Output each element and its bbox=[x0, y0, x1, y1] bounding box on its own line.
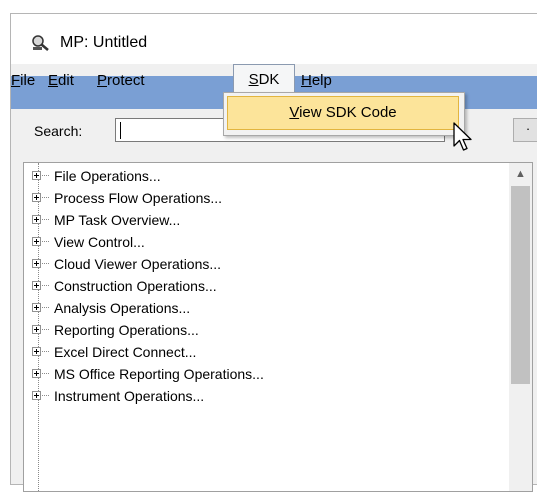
tree-item-label: MP Task Overview... bbox=[54, 212, 181, 228]
tree-item-label: MS Office Reporting Operations... bbox=[54, 366, 264, 382]
tree-connector-dots bbox=[42, 197, 49, 198]
mouse-cursor-icon bbox=[453, 122, 472, 151]
tree-connector-dots bbox=[42, 241, 49, 242]
scroll-up-arrow-icon[interactable]: ▲ bbox=[509, 163, 532, 185]
expand-plus-icon[interactable] bbox=[32, 303, 41, 312]
menu-sdk[interactable]: SDK bbox=[233, 64, 295, 94]
menu-sdk-rest: DK bbox=[258, 71, 280, 88]
tree-item-label: Construction Operations... bbox=[54, 278, 217, 294]
window-title: MP: Untitled bbox=[60, 34, 148, 51]
menu-help[interactable]: Help bbox=[301, 69, 332, 93]
menu-help-rest: elp bbox=[311, 72, 332, 89]
tree-connector-dots bbox=[42, 395, 49, 396]
tree-connector-dots bbox=[42, 285, 49, 286]
menu-file[interactable]: File bbox=[11, 69, 35, 93]
vertical-scrollbar[interactable]: ▲ bbox=[509, 163, 532, 491]
expand-plus-icon[interactable] bbox=[32, 325, 41, 334]
text-caret bbox=[120, 122, 121, 139]
expand-plus-icon[interactable] bbox=[32, 215, 41, 224]
expand-plus-icon[interactable] bbox=[32, 281, 41, 290]
tree-item-label: Process Flow Operations... bbox=[54, 190, 223, 206]
title-bar: MP: Untitled bbox=[11, 14, 537, 64]
tree-item-label: View Control... bbox=[54, 234, 145, 250]
tree-item-label: Instrument Operations... bbox=[54, 388, 205, 404]
expand-plus-icon[interactable] bbox=[32, 193, 41, 202]
expand-plus-icon[interactable] bbox=[32, 237, 41, 246]
tree-connector-dots bbox=[42, 175, 49, 176]
menu-edit-rest: dit bbox=[58, 72, 74, 89]
menu-sdk-mnemonic: S bbox=[248, 71, 259, 88]
tree-connector-dots bbox=[42, 351, 49, 352]
expand-plus-icon[interactable] bbox=[32, 391, 41, 400]
search-side-button[interactable]: · bbox=[513, 118, 537, 142]
tree-item-label: Analysis Operations... bbox=[54, 300, 191, 316]
tree-item-label: Excel Direct Connect... bbox=[54, 344, 197, 360]
menu-edit[interactable]: Edit bbox=[48, 69, 74, 93]
scroll-thumb[interactable] bbox=[511, 186, 530, 384]
menu-protect[interactable]: Protect bbox=[97, 69, 145, 93]
menu-file-mnemonic: F bbox=[11, 72, 21, 89]
view-sdk-code-menu-item[interactable]: View SDK Code bbox=[227, 96, 459, 130]
menu-file-rest: ile bbox=[20, 72, 36, 89]
tree-connector-dots bbox=[42, 263, 49, 264]
view-sdk-code-rest: iew SDK Code bbox=[299, 104, 397, 121]
tree-connector-dots bbox=[42, 373, 49, 374]
expand-plus-icon[interactable] bbox=[32, 171, 41, 180]
menu-help-mnemonic: H bbox=[301, 72, 312, 89]
sdk-dropdown-menu: View SDK Code bbox=[223, 92, 465, 136]
tree-item-label: Reporting Operations... bbox=[54, 322, 199, 338]
tree-connector-dots bbox=[42, 329, 49, 330]
tree-item-label: File Operations... bbox=[54, 168, 161, 184]
menu-protect-rest: rotect bbox=[107, 72, 145, 89]
menu-protect-mnemonic: P bbox=[97, 72, 108, 89]
expand-plus-icon[interactable] bbox=[32, 369, 41, 378]
magnifier-app-icon bbox=[32, 35, 49, 51]
tree-item-label: Cloud Viewer Operations... bbox=[54, 256, 222, 272]
expand-plus-icon[interactable] bbox=[32, 347, 41, 356]
operations-tree[interactable]: File Operations... Process Flow Operation… bbox=[23, 162, 533, 492]
menu-edit-mnemonic: E bbox=[48, 72, 59, 89]
expand-plus-icon[interactable] bbox=[32, 259, 41, 268]
tree-connector-dots bbox=[42, 219, 49, 220]
view-sdk-code-mnemonic: V bbox=[289, 104, 300, 121]
tree-connector-dots bbox=[42, 307, 49, 308]
search-label: Search: bbox=[34, 123, 83, 139]
